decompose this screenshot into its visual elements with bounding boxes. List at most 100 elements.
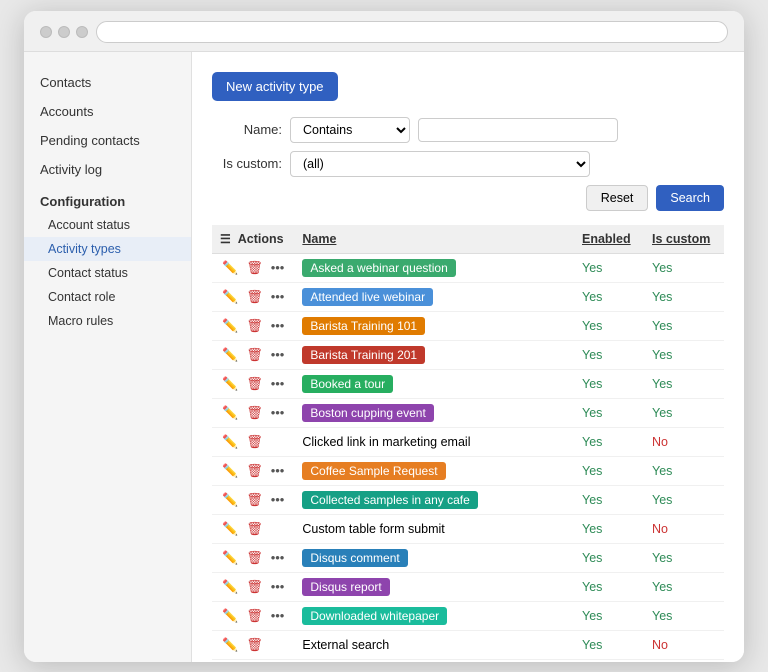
sidebar-item-contacts[interactable]: Contacts — [24, 68, 191, 97]
edit-icon[interactable]: ✏️ — [220, 491, 240, 509]
more-icon[interactable]: ••• — [269, 346, 287, 363]
row-name: Disqus comment — [294, 543, 574, 572]
more-icon[interactable]: ••• — [269, 259, 287, 276]
delete-icon[interactable]: 🗑 — [244, 433, 265, 451]
activity-type-badge: Disqus comment — [302, 549, 407, 567]
sidebar-item-macro-rules[interactable]: Macro rules — [24, 309, 191, 333]
filter-name-input[interactable] — [418, 118, 618, 142]
delete-icon[interactable]: 🗑 — [244, 317, 265, 335]
more-icon[interactable]: ••• — [269, 549, 287, 566]
activity-type-badge: Disqus report — [302, 578, 389, 596]
row-enabled: Yes — [574, 253, 644, 282]
more-icon[interactable]: ••• — [269, 607, 287, 624]
edit-icon[interactable]: ✏️ — [220, 433, 240, 451]
row-enabled: Yes — [574, 311, 644, 340]
row-actions: ✏️ 🗑 ••• — [220, 607, 286, 625]
search-button[interactable]: Search — [656, 185, 724, 211]
more-icon[interactable]: ••• — [269, 491, 287, 508]
delete-icon[interactable]: 🗑 — [244, 520, 265, 538]
more-icon[interactable]: ••• — [269, 288, 287, 305]
sidebar-item-activity-log[interactable]: Activity log — [24, 155, 191, 184]
table-row: ✏️ 🗑 ••• Booked a tourYesYes — [212, 369, 724, 398]
filter-actions: Reset Search — [212, 185, 724, 211]
row-name: Asked a webinar question — [294, 253, 574, 282]
filter-name-row: Name: Contains Equals Starts with Ends w… — [212, 117, 724, 143]
edit-icon[interactable]: ✏️ — [220, 346, 240, 364]
edit-icon[interactable]: ✏️ — [220, 578, 240, 596]
delete-icon[interactable]: 🗑 — [244, 491, 265, 509]
delete-icon[interactable]: 🗑 — [244, 404, 265, 422]
sidebar-item-activity-types[interactable]: Activity types — [24, 237, 191, 261]
filter-custom-select[interactable]: (all) Yes No — [290, 151, 590, 177]
browser-dot-3 — [76, 26, 88, 38]
filter-name-label: Name: — [212, 122, 282, 137]
filter-name-select[interactable]: Contains Equals Starts with Ends with — [290, 117, 410, 143]
row-name: External search — [294, 630, 574, 659]
edit-icon[interactable]: ✏️ — [220, 607, 240, 625]
row-name: Booked a tour — [294, 369, 574, 398]
more-icon[interactable]: ••• — [269, 578, 287, 595]
edit-icon[interactable]: ✏️ — [220, 636, 240, 654]
activity-type-badge: Coffee Sample Request — [302, 462, 445, 480]
row-actions: ✏️ 🗑 ••• — [220, 259, 286, 277]
browser-chrome — [24, 11, 744, 52]
row-name: Boston cupping event — [294, 398, 574, 427]
new-activity-type-button[interactable]: New activity type — [212, 72, 338, 101]
row-actions: ✏️ 🗑 ••• — [220, 404, 286, 422]
activity-type-badge: Asked a webinar question — [302, 259, 455, 277]
row-is-custom: No — [644, 514, 724, 543]
table-row: ✏️ 🗑 ••• Form submissionYesNo — [212, 659, 724, 662]
browser-url-bar[interactable] — [96, 21, 728, 43]
sidebar-item-account-status[interactable]: Account status — [24, 213, 191, 237]
row-is-custom: Yes — [644, 485, 724, 514]
delete-icon[interactable]: 🗑 — [244, 549, 265, 567]
activity-type-badge: Barista Training 101 — [302, 317, 425, 335]
more-icon[interactable]: ••• — [269, 404, 287, 421]
browser-window: Contacts Accounts Pending contacts Activ… — [24, 11, 744, 662]
app-body: Contacts Accounts Pending contacts Activ… — [24, 52, 744, 662]
sidebar-item-contact-role[interactable]: Contact role — [24, 285, 191, 309]
more-icon[interactable]: ••• — [269, 317, 287, 334]
delete-icon[interactable]: 🗑 — [244, 578, 265, 596]
more-icon[interactable]: ••• — [269, 375, 287, 392]
table-row: ✏️ 🗑 ••• Barista Training 201YesYes — [212, 340, 724, 369]
edit-icon[interactable]: ✏️ — [220, 549, 240, 567]
delete-icon[interactable]: 🗑 — [244, 375, 265, 393]
delete-icon[interactable]: 🗑 — [244, 259, 265, 277]
row-enabled: Yes — [574, 282, 644, 311]
col-header-name[interactable]: Name — [294, 225, 574, 254]
edit-icon[interactable]: ✏️ — [220, 375, 240, 393]
delete-icon[interactable]: 🗑 — [244, 288, 265, 306]
more-icon[interactable]: ••• — [269, 462, 287, 479]
row-is-custom: Yes — [644, 398, 724, 427]
sidebar-item-pending-contacts[interactable]: Pending contacts — [24, 126, 191, 155]
delete-icon[interactable]: 🗑 — [244, 346, 265, 364]
delete-icon[interactable]: 🗑 — [244, 462, 265, 480]
row-enabled: Yes — [574, 427, 644, 456]
table-header-row: ☰ Actions Name Enabled Is custom — [212, 225, 724, 254]
edit-icon[interactable]: ✏️ — [220, 317, 240, 335]
edit-icon[interactable]: ✏️ — [220, 259, 240, 277]
edit-icon[interactable]: ✏️ — [220, 462, 240, 480]
delete-icon[interactable]: 🗑 — [244, 636, 265, 654]
activity-type-badge: Attended live webinar — [302, 288, 433, 306]
sidebar-item-accounts[interactable]: Accounts — [24, 97, 191, 126]
reset-button[interactable]: Reset — [586, 185, 649, 211]
col-header-actions: ☰ Actions — [212, 225, 294, 254]
row-is-custom: Yes — [644, 601, 724, 630]
row-enabled: Yes — [574, 398, 644, 427]
edit-icon[interactable]: ✏️ — [220, 404, 240, 422]
table-row: ✏️ 🗑 ••• Downloaded whitepaperYesYes — [212, 601, 724, 630]
row-name: Barista Training 101 — [294, 311, 574, 340]
col-header-is-custom[interactable]: Is custom — [644, 225, 724, 254]
col-header-enabled[interactable]: Enabled — [574, 225, 644, 254]
activity-types-table: ☰ Actions Name Enabled Is custom ✏️ 🗑 ••… — [212, 225, 724, 662]
table-row: ✏️ 🗑 ••• Coffee Sample RequestYesYes — [212, 456, 724, 485]
row-is-custom: Yes — [644, 456, 724, 485]
sidebar-item-contact-status[interactable]: Contact status — [24, 261, 191, 285]
row-enabled: Yes — [574, 630, 644, 659]
edit-icon[interactable]: ✏️ — [220, 520, 240, 538]
edit-icon[interactable]: ✏️ — [220, 288, 240, 306]
delete-icon[interactable]: 🗑 — [244, 607, 265, 625]
row-actions: ✏️ 🗑 ••• — [220, 491, 286, 509]
